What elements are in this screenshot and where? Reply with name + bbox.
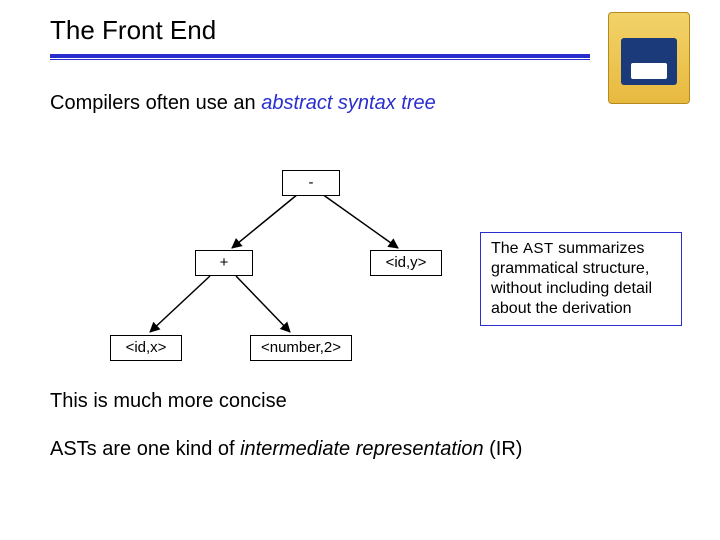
node-id-x: <id,x> [110,335,182,361]
intro-text: Compilers often use an abstract syntax t… [50,92,436,115]
node-id-y: <id,y> [370,250,442,276]
annot-1b: AST [523,240,554,257]
university-logo [608,12,690,104]
annotation-line-3: without including detail [491,279,671,299]
title-rule-thin [50,59,590,60]
ast-diagram: - + <id,y> <id,x> <number,2> The AST sum… [50,140,670,380]
annot-1c: summarizes [554,240,645,257]
ir-prefix: ASTs are one kind of [50,438,240,460]
intro-prefix: Compilers often use an [50,92,261,114]
intro-highlight: abstract syntax tree [261,92,436,114]
node-number-2: <number,2> [250,335,352,361]
annotation-line-1: The AST summarizes [491,239,671,259]
ir-text: ASTs are one kind of intermediate repres… [50,438,522,461]
ir-suffix: (IR) [484,438,523,460]
annotation-line-4: about the derivation [491,299,671,319]
ir-highlight: intermediate representation [240,438,483,460]
node-root: - [282,170,340,196]
page-title: The Front End [50,15,216,46]
annotation-box: The AST summarizes grammatical structure… [480,232,682,326]
annot-1a: The [491,240,523,257]
node-plus: + [195,250,253,276]
concise-text: This is much more concise [50,390,287,413]
annotation-line-2: grammatical structure, [491,259,671,279]
title-rule-thick [50,54,590,58]
